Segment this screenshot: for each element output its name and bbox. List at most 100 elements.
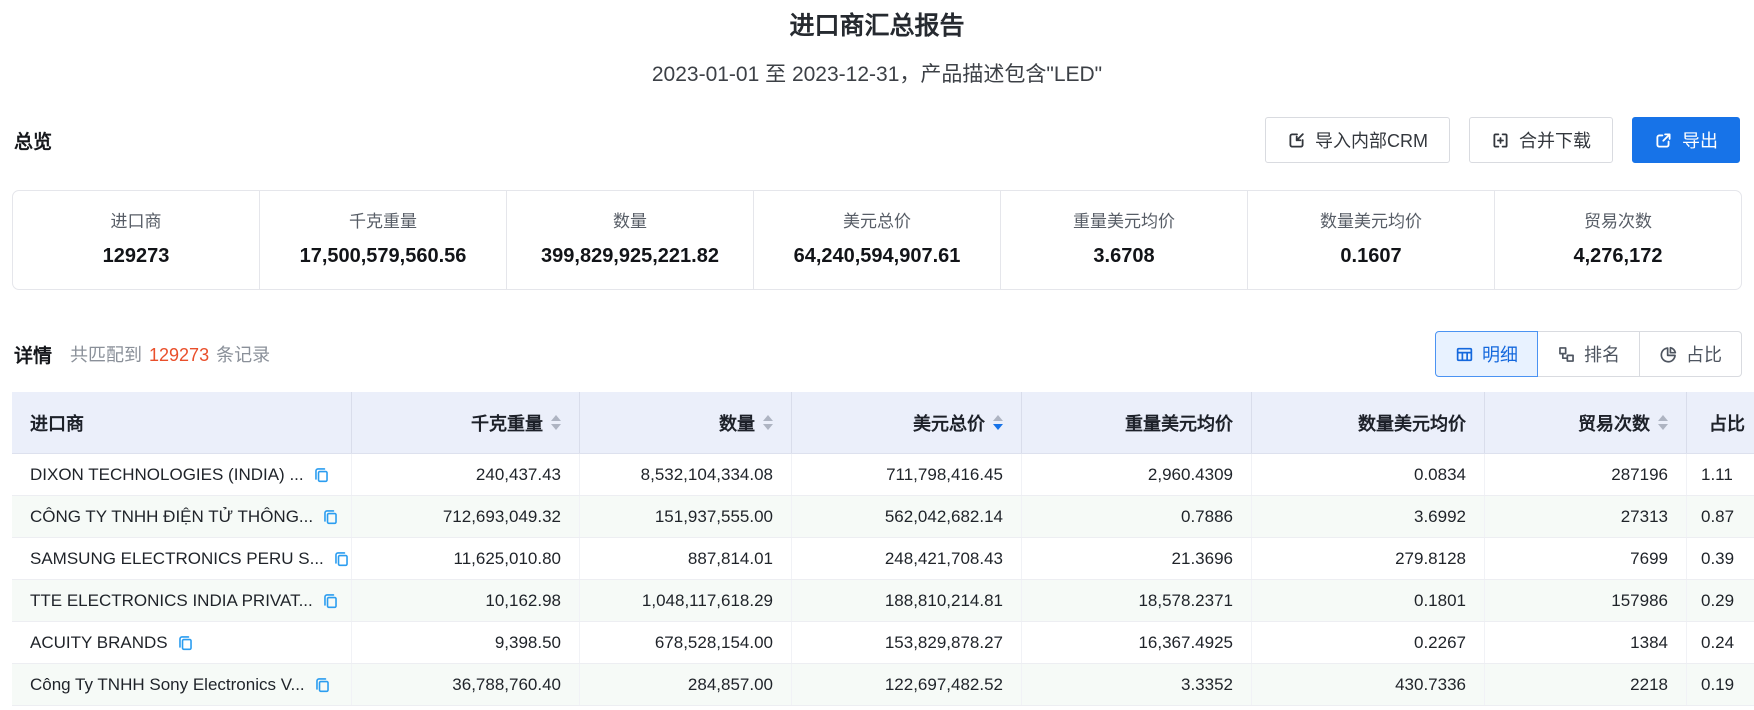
tab-ranking[interactable]: 排名 bbox=[1537, 331, 1640, 377]
table-row: TTE ELECTRONICS INDIA PRIVAT... 10,162.9… bbox=[12, 580, 1754, 622]
importer-cell: SAMSUNG ELECTRONICS PERU S... bbox=[12, 538, 352, 579]
stat-label: 美元总价 bbox=[843, 212, 911, 231]
stat-item: 千克重量 17,500,579,560.56 bbox=[259, 191, 506, 289]
column-label: 贸易次数 bbox=[1578, 413, 1650, 434]
usd-total-cell: 562,042,682.14 bbox=[792, 496, 1022, 537]
copy-icon[interactable] bbox=[314, 676, 331, 693]
table-body: DIXON TECHNOLOGIES (INDIA) ... 240,437.4… bbox=[12, 454, 1754, 706]
importer-summary-report-page: 进口商汇总报告 2023-01-01 至 2023-12-31，产品描述包含"L… bbox=[0, 8, 1754, 710]
column-label: 美元总价 bbox=[913, 413, 985, 434]
merge-download-button[interactable]: 合并下载 bbox=[1469, 117, 1613, 163]
kg-weight-cell: 712,693,049.32 bbox=[352, 496, 580, 537]
details-section-label: 详情 bbox=[14, 345, 53, 367]
copy-icon[interactable] bbox=[313, 466, 330, 483]
qty-usd-avg-cell: 279.8128 bbox=[1252, 538, 1485, 579]
qty-usd-avg-cell: 3.6992 bbox=[1252, 496, 1485, 537]
usd-total-cell: 188,810,214.81 bbox=[792, 580, 1022, 621]
stat-item: 数量美元均价 0.1607 bbox=[1247, 191, 1494, 289]
trade-count-cell: 1384 bbox=[1485, 622, 1687, 663]
overview-stats-card: 进口商 129273 千克重量 17,500,579,560.56 数量 399… bbox=[12, 190, 1742, 290]
usd-total-cell: 711,798,416.45 bbox=[792, 454, 1022, 495]
column-header-kg-weight[interactable]: 千克重量 bbox=[352, 392, 580, 453]
column-label: 占比 bbox=[1709, 413, 1745, 434]
export-button[interactable]: 导出 bbox=[1632, 117, 1740, 163]
match-prefix: 共匹配到 bbox=[70, 345, 143, 365]
importer-cell: Công Ty TNHH Sony Electronics V... bbox=[12, 664, 352, 705]
import-crm-label: 导入内部CRM bbox=[1315, 131, 1428, 151]
copy-icon[interactable] bbox=[333, 550, 350, 567]
table-row: DIXON TECHNOLOGIES (INDIA) ... 240,437.4… bbox=[12, 454, 1754, 496]
kg-weight-cell: 36,788,760.40 bbox=[352, 664, 580, 705]
share-cell: 0.87 bbox=[1701, 506, 1735, 526]
tab-detail-label: 明细 bbox=[1482, 345, 1518, 365]
usd-total-cell: 153,829,878.27 bbox=[792, 622, 1022, 663]
share-cell: 1.11 bbox=[1701, 464, 1733, 484]
import-crm-button[interactable]: 导入内部CRM bbox=[1265, 117, 1450, 163]
sort-arrows-icon[interactable] bbox=[1658, 415, 1668, 430]
weight-usd-avg-cell: 16,367.4925 bbox=[1022, 622, 1252, 663]
weight-usd-avg-cell: 3.3352 bbox=[1022, 664, 1252, 705]
sort-arrows-icon-active-desc[interactable] bbox=[993, 415, 1003, 430]
kg-weight-cell: 11,625,010.80 bbox=[352, 538, 580, 579]
quantity-cell: 284,857.00 bbox=[580, 664, 792, 705]
share-cell: 0.24 bbox=[1701, 632, 1735, 652]
column-header-weight-usd-avg: 重量美元均价 bbox=[1022, 392, 1252, 453]
trade-count-cell: 287196 bbox=[1485, 454, 1687, 495]
quantity-cell: 678,528,154.00 bbox=[580, 622, 792, 663]
sort-arrows-icon[interactable] bbox=[551, 415, 561, 430]
report-subtitle: 2023-01-01 至 2023-12-31，产品描述包含"LED" bbox=[651, 63, 1103, 86]
column-header-quantity[interactable]: 数量 bbox=[580, 392, 792, 453]
column-header-usd-total[interactable]: 美元总价 bbox=[792, 392, 1022, 453]
stat-label: 数量 bbox=[613, 212, 647, 231]
column-label: 重量美元均价 bbox=[1125, 413, 1233, 434]
stat-item: 美元总价 64,240,594,907.61 bbox=[753, 191, 1000, 289]
tab-share-label: 占比 bbox=[1686, 345, 1722, 365]
weight-usd-avg-cell: 2,960.4309 bbox=[1022, 454, 1252, 495]
match-suffix: 条记录 bbox=[216, 345, 271, 365]
stat-value: 64,240,594,907.61 bbox=[793, 245, 961, 267]
stat-item: 数量 399,829,925,221.82 bbox=[506, 191, 753, 289]
tab-share[interactable]: 占比 bbox=[1639, 331, 1742, 377]
pie-chart-icon bbox=[1659, 345, 1678, 364]
stat-item: 贸易次数 4,276,172 bbox=[1494, 191, 1741, 289]
table-header-row: 进口商 千克重量 数量 美元总价 重量美元均价 数量美元均价 贸易次数 占比 bbox=[12, 392, 1754, 454]
ranking-icon bbox=[1557, 345, 1576, 364]
importer-name: SAMSUNG ELECTRONICS PERU S... bbox=[30, 548, 324, 568]
details-bar: 详情 共匹配到 129273 条记录 明细 排名 占比 bbox=[0, 330, 1754, 378]
export-label: 导出 bbox=[1682, 131, 1718, 151]
weight-usd-avg-cell: 0.7886 bbox=[1022, 496, 1252, 537]
usd-total-cell: 122,697,482.52 bbox=[792, 664, 1022, 705]
importer-name: ACUITY BRANDS bbox=[30, 632, 168, 652]
importer-name: Công Ty TNHH Sony Electronics V... bbox=[30, 674, 305, 694]
stat-label: 进口商 bbox=[110, 212, 162, 231]
stat-item: 重量美元均价 3.6708 bbox=[1000, 191, 1247, 289]
tab-detail[interactable]: 明细 bbox=[1435, 331, 1538, 377]
table-row: SAMSUNG ELECTRONICS PERU S... 11,625,010… bbox=[12, 538, 1754, 580]
quantity-cell: 887,814.01 bbox=[580, 538, 792, 579]
quantity-cell: 1,048,117,618.29 bbox=[580, 580, 792, 621]
stat-label: 贸易次数 bbox=[1584, 212, 1652, 231]
overview-section-label: 总览 bbox=[14, 131, 53, 153]
importer-cell: DIXON TECHNOLOGIES (INDIA) ... bbox=[12, 454, 352, 495]
importer-table: 进口商 千克重量 数量 美元总价 重量美元均价 数量美元均价 贸易次数 占比 D… bbox=[12, 392, 1754, 706]
quantity-cell: 151,937,555.00 bbox=[580, 496, 792, 537]
copy-icon[interactable] bbox=[322, 592, 339, 609]
page-title: 进口商汇总报告 bbox=[789, 12, 965, 40]
trade-count-cell: 157986 bbox=[1485, 580, 1687, 621]
kg-weight-cell: 9,398.50 bbox=[352, 622, 580, 663]
column-header-trade-count[interactable]: 贸易次数 bbox=[1485, 392, 1687, 453]
sort-arrows-icon[interactable] bbox=[763, 415, 773, 430]
kg-weight-cell: 10,162.98 bbox=[352, 580, 580, 621]
stat-value: 3.6708 bbox=[1093, 245, 1155, 267]
merge-download-label: 合并下载 bbox=[1519, 131, 1591, 151]
table-grid-icon bbox=[1455, 345, 1474, 364]
export-icon bbox=[1654, 131, 1673, 150]
column-label: 千克重量 bbox=[471, 413, 543, 434]
stat-value: 17,500,579,560.56 bbox=[299, 245, 467, 267]
importer-cell: CÔNG TY TNHH ĐIỆN TỬ THÔNG... bbox=[12, 496, 352, 537]
usd-total-cell: 248,421,708.43 bbox=[792, 538, 1022, 579]
copy-icon[interactable] bbox=[177, 634, 194, 651]
importer-name: CÔNG TY TNHH ĐIỆN TỬ THÔNG... bbox=[30, 506, 314, 526]
copy-icon[interactable] bbox=[322, 508, 339, 525]
stat-value: 4,276,172 bbox=[1573, 245, 1663, 267]
